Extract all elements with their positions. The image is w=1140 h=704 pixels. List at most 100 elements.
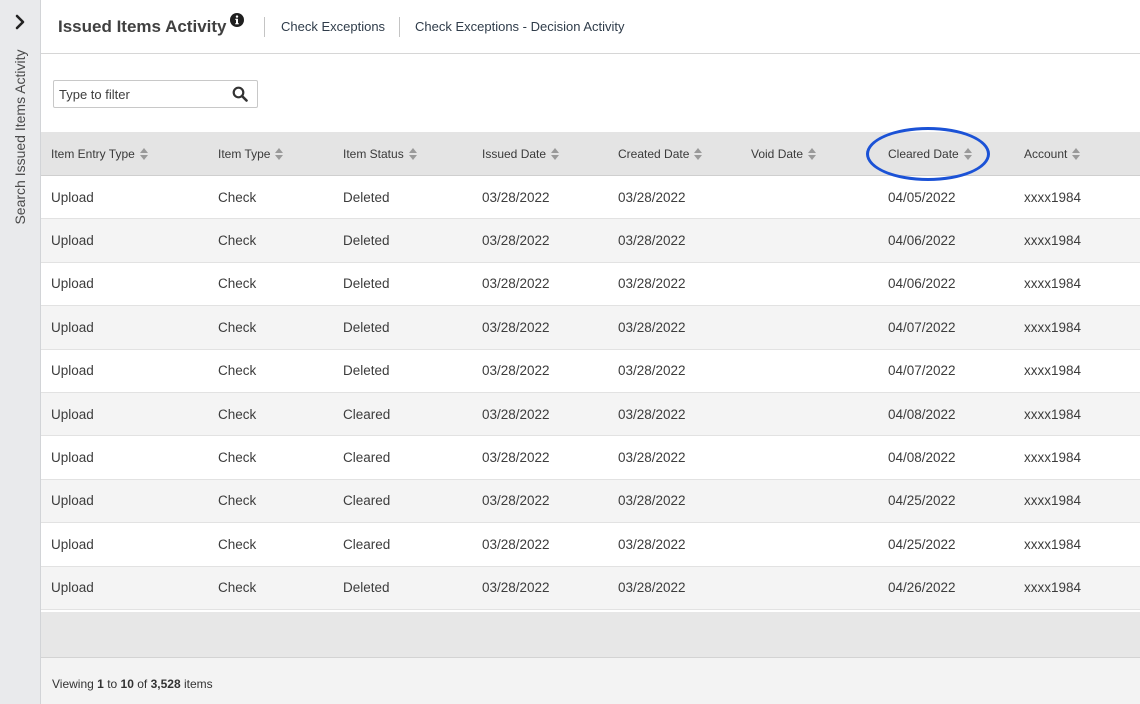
cell-account: xxxx1984: [1024, 450, 1082, 466]
table-row[interactable]: Upload Check Deleted 03/28/2022 03/28/2022 04…: [41, 350, 1140, 393]
cell-account: xxxx1984: [1024, 276, 1082, 292]
cell-account: xxxx1984: [1024, 189, 1082, 205]
table-row[interactable]: Upload Check Deleted 03/28/2022 03/28/2022 04…: [41, 263, 1140, 307]
column-header-label: Void Date: [751, 146, 804, 161]
cell-item-entry-type: Upload: [51, 233, 94, 249]
column-header-issued-date[interactable]: Issued Date: [482, 132, 560, 175]
cell-item-type: Check: [218, 319, 257, 335]
cell-cleared-date: 04/26/2022: [888, 580, 956, 596]
header-divider: [399, 17, 400, 37]
search-panel-toggle[interactable]: Search Issued Items Activity: [2, 30, 38, 244]
sort-icon[interactable]: [408, 147, 417, 160]
pagination-summary: Viewing 1 to 10 of 3,528 items: [52, 677, 213, 691]
sort-icon[interactable]: [808, 147, 817, 160]
cell-created-date: 03/28/2022: [618, 536, 686, 552]
range-end: 10: [120, 677, 134, 691]
cell-account: xxxx1984: [1024, 406, 1082, 422]
cell-cleared-date: 04/08/2022: [888, 450, 956, 466]
cell-item-entry-type: Upload: [51, 363, 94, 379]
cell-issued-date: 03/28/2022: [482, 363, 550, 379]
check-exceptions-link[interactable]: Check Exceptions: [281, 19, 385, 34]
table-row[interactable]: Upload Check Cleared 03/28/2022 03/28/2022 04…: [41, 436, 1140, 480]
cell-cleared-date: 04/25/2022: [888, 493, 956, 509]
cell-issued-date: 03/28/2022: [482, 450, 550, 466]
sort-icon[interactable]: [1072, 147, 1081, 160]
sort-icon[interactable]: [139, 147, 148, 160]
cell-issued-date: 03/28/2022: [482, 406, 550, 422]
cell-cleared-date: 04/06/2022: [888, 233, 956, 249]
search-icon[interactable]: [232, 86, 248, 102]
search-panel-label[interactable]: Search Issued Items Activity: [12, 49, 28, 224]
table-row[interactable]: Upload Check Deleted 03/28/2022 03/28/2022 04…: [41, 219, 1140, 263]
cell-item-type: Check: [218, 580, 257, 596]
cell-created-date: 03/28/2022: [618, 319, 686, 335]
search-side-panel: Search Issued Items Activity: [0, 0, 41, 704]
sort-icon[interactable]: [275, 147, 284, 160]
column-header-item-entry-type[interactable]: Item Entry Type: [51, 132, 148, 175]
to-label: to: [107, 677, 118, 691]
sort-icon[interactable]: [963, 147, 972, 160]
sort-icon[interactable]: [694, 147, 703, 160]
header-divider: [264, 17, 265, 37]
cell-account: xxxx1984: [1024, 580, 1082, 596]
cell-item-type: Check: [218, 189, 257, 205]
table-row[interactable]: Upload Check Deleted 03/28/2022 03/28/2022 04…: [41, 176, 1140, 220]
cell-item-status: Cleared: [343, 406, 391, 422]
cell-item-status: Deleted: [343, 189, 390, 205]
cell-item-entry-type: Upload: [51, 276, 94, 292]
cell-item-entry-type: Upload: [51, 189, 94, 205]
cell-issued-date: 03/28/2022: [482, 276, 550, 292]
cell-item-type: Check: [218, 233, 257, 249]
cell-created-date: 03/28/2022: [618, 276, 686, 292]
cell-created-date: 03/28/2022: [618, 363, 686, 379]
column-header-created-date[interactable]: Created Date: [618, 132, 703, 175]
cell-item-entry-type: Upload: [51, 580, 94, 596]
total-count: 3,528: [150, 677, 181, 691]
viewing-label: Viewing: [52, 677, 94, 691]
column-header-label: Account: [1024, 146, 1068, 161]
column-header-account[interactable]: Account: [1024, 132, 1081, 175]
column-header-item-type[interactable]: Item Type: [218, 132, 284, 175]
cell-item-status: Deleted: [343, 233, 390, 249]
column-header-label: Cleared Date: [888, 146, 959, 161]
column-header-void-date[interactable]: Void Date: [751, 132, 817, 175]
table-footer: Viewing 1 to 10 of 3,528 items: [41, 657, 1140, 704]
cell-created-date: 03/28/2022: [618, 189, 686, 205]
column-header-label: Issued Date: [482, 146, 547, 161]
decision-activity-link[interactable]: Check Exceptions - Decision Activity: [415, 19, 625, 34]
cell-account: xxxx1984: [1024, 493, 1082, 509]
filter-input[interactable]: [54, 81, 222, 107]
cell-cleared-date: 04/08/2022: [888, 406, 956, 422]
info-icon[interactable]: [230, 13, 244, 27]
cell-item-status: Cleared: [343, 493, 391, 509]
table-row[interactable]: Upload Check Deleted 03/28/2022 03/28/2022 04…: [41, 566, 1140, 610]
cell-item-status: Cleared: [343, 450, 391, 466]
cell-item-entry-type: Upload: [51, 319, 94, 335]
cell-cleared-date: 04/07/2022: [888, 363, 956, 379]
chevron-right-icon[interactable]: [11, 13, 29, 31]
sort-icon[interactable]: [551, 147, 560, 160]
cell-created-date: 03/28/2022: [618, 580, 686, 596]
issued-items-table: Item Entry Type Item Type Item Status Issue…: [41, 132, 1140, 610]
table-row[interactable]: Upload Check Deleted 03/28/2022 03/28/2022 04…: [41, 306, 1140, 350]
cell-cleared-date: 04/06/2022: [888, 276, 956, 292]
items-label: items: [183, 677, 213, 691]
column-header-item-status[interactable]: Item Status: [343, 132, 417, 175]
column-header-label: Item Type: [218, 146, 271, 161]
cell-item-type: Check: [218, 406, 257, 422]
table-row[interactable]: Upload Check Cleared 03/28/2022 03/28/2022 04…: [41, 392, 1140, 437]
column-header-cleared-date[interactable]: Cleared Date: [888, 132, 972, 175]
cell-item-type: Check: [218, 536, 257, 552]
cell-account: xxxx1984: [1024, 233, 1082, 249]
cell-item-entry-type: Upload: [51, 493, 94, 509]
cell-issued-date: 03/28/2022: [482, 189, 550, 205]
cell-item-entry-type: Upload: [51, 536, 94, 552]
table-row[interactable]: Upload Check Cleared 03/28/2022 03/28/2022 04…: [41, 479, 1140, 524]
cell-account: xxxx1984: [1024, 536, 1082, 552]
of-label: of: [137, 677, 148, 691]
cell-item-status: Cleared: [343, 536, 391, 552]
table-row[interactable]: Upload Check Cleared 03/28/2022 03/28/2022 04…: [41, 523, 1140, 567]
cell-issued-date: 03/28/2022: [482, 493, 550, 509]
cell-item-status: Deleted: [343, 580, 390, 596]
table-empty-area: [41, 612, 1140, 657]
